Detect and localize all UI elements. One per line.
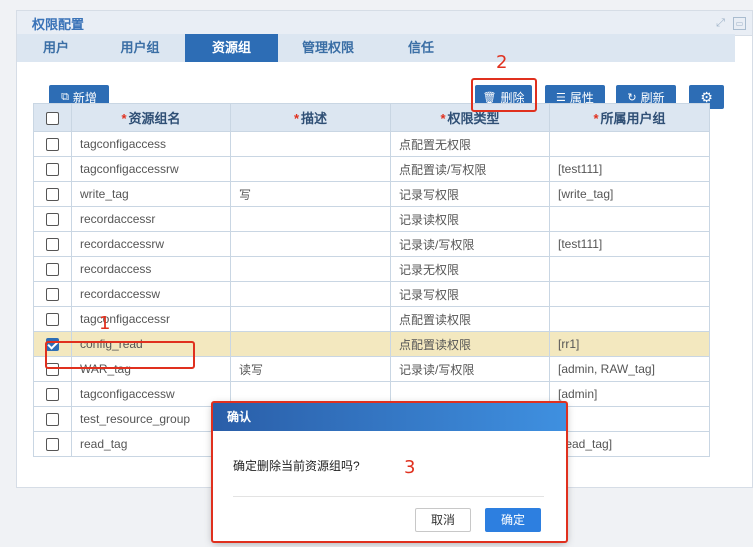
table-row[interactable]: tagconfigaccessr 点配置读权限: [33, 306, 710, 332]
table-row[interactable]: recordaccessw 记录写权限: [33, 281, 710, 307]
refresh-icon: ↻: [627, 91, 637, 104]
cell-group: [test111]: [549, 231, 710, 257]
row-checkbox[interactable]: [46, 213, 59, 227]
cell-name: recordaccess: [71, 256, 231, 282]
cell-name: read_tag: [71, 431, 231, 457]
cell-group: [549, 131, 710, 157]
row-checkbox[interactable]: [46, 163, 59, 177]
cell-group: [admin]: [549, 381, 710, 407]
cell-desc: 写: [230, 181, 391, 207]
cell-desc: [230, 156, 391, 182]
row-checkbox[interactable]: [46, 288, 59, 302]
cell-group: [read_tag]: [549, 431, 710, 457]
table-row[interactable]: tagconfigaccessrw 点配置读/写权限 [test111]: [33, 156, 710, 182]
cell-name: recordaccessw: [71, 281, 231, 307]
annotation-box-dialog: [211, 401, 568, 543]
annotation-number-3: 3: [404, 457, 416, 478]
tab-user-groups[interactable]: 用户组: [95, 34, 185, 62]
row-checkbox[interactable]: [46, 388, 59, 402]
panel-header: 权限配置 ⤢ ▭: [17, 11, 752, 36]
cell-group: [549, 306, 710, 332]
tab-bar: 用户 用户组 资源组 管理权限 信任: [17, 34, 735, 62]
cell-perm: 记录读权限: [390, 206, 550, 232]
cell-group: [write_tag]: [549, 181, 710, 207]
row-checkbox[interactable]: [46, 313, 59, 327]
cell-perm: 记录写权限: [390, 281, 550, 307]
tab-users[interactable]: 用户: [17, 34, 95, 62]
cell-name: test_resource_group: [71, 406, 231, 432]
cell-name: tagconfigaccessw: [71, 381, 231, 407]
table-row[interactable]: recordaccess 记录无权限: [33, 256, 710, 282]
cell-group: [rr1]: [549, 331, 710, 357]
table-row[interactable]: write_tag 写 记录写权限 [write_tag]: [33, 181, 710, 207]
cell-desc: [230, 281, 391, 307]
cell-desc: [230, 231, 391, 257]
row-checkbox[interactable]: [46, 138, 59, 152]
row-checkbox[interactable]: [46, 413, 59, 427]
cell-perm: 点配置读/写权限: [390, 156, 550, 182]
cell-desc: [230, 131, 391, 157]
cell-name: write_tag: [71, 181, 231, 207]
cell-name: tagconfigaccess: [71, 131, 231, 157]
cell-group: [549, 406, 710, 432]
row-checkbox[interactable]: [46, 188, 59, 202]
expand-icon[interactable]: ⤢: [714, 17, 727, 30]
restore-icon[interactable]: ▭: [733, 16, 746, 30]
row-checkbox[interactable]: [46, 438, 59, 452]
table-row[interactable]: tagconfigaccess 点配置无权限: [33, 131, 710, 157]
row-checkbox[interactable]: [46, 263, 59, 277]
annotation-number-1: 1: [99, 313, 111, 334]
cell-desc: [230, 206, 391, 232]
cell-name: tagconfigaccessr: [71, 306, 231, 332]
annotation-box-delete: [471, 78, 537, 112]
annotation-number-2: 2: [496, 52, 508, 73]
cell-group: [test111]: [549, 156, 710, 182]
col-header-user-group[interactable]: * 所属用户组: [549, 103, 710, 132]
cell-desc: [230, 256, 391, 282]
table-row[interactable]: recordaccessrw 记录读/写权限 [test111]: [33, 231, 710, 257]
cell-perm: 记录读/写权限: [390, 231, 550, 257]
table-row[interactable]: recordaccessr 记录读权限: [33, 206, 710, 232]
annotation-box-row: [45, 341, 195, 369]
cell-desc: 读写: [230, 356, 391, 382]
cell-group: [549, 256, 710, 282]
panel-title: 权限配置: [32, 16, 85, 32]
cell-perm: 记录读/写权限: [390, 356, 550, 382]
cell-desc: [230, 306, 391, 332]
cell-desc: [230, 331, 391, 357]
cell-perm: 点配置读权限: [390, 306, 550, 332]
cell-group: [admin, RAW_tag]: [549, 356, 710, 382]
cell-perm: 点配置读权限: [390, 331, 550, 357]
tab-resource-groups[interactable]: 资源组: [185, 34, 278, 62]
tab-admin-permissions[interactable]: 管理权限: [278, 34, 378, 62]
cell-name: recordaccessr: [71, 206, 231, 232]
row-checkbox[interactable]: [46, 238, 59, 252]
cell-perm: 记录写权限: [390, 181, 550, 207]
cell-perm: 点配置无权限: [390, 131, 550, 157]
list-icon: ☰: [556, 91, 566, 104]
cell-name: tagconfigaccessrw: [71, 156, 231, 182]
col-header-desc[interactable]: * 描述: [230, 103, 391, 132]
cell-group: [549, 281, 710, 307]
copy-icon: ⧉: [61, 90, 69, 103]
cell-perm: 记录无权限: [390, 256, 550, 282]
select-all-cell: [33, 103, 72, 132]
table-header-row: * 资源组名 * 描述 * 权限类型 * 所属用户组: [33, 103, 710, 132]
tab-trust[interactable]: 信任: [378, 34, 464, 62]
cell-name: recordaccessrw: [71, 231, 231, 257]
cell-group: [549, 206, 710, 232]
col-header-name[interactable]: * 资源组名: [71, 103, 231, 132]
select-all-checkbox[interactable]: [46, 112, 59, 126]
